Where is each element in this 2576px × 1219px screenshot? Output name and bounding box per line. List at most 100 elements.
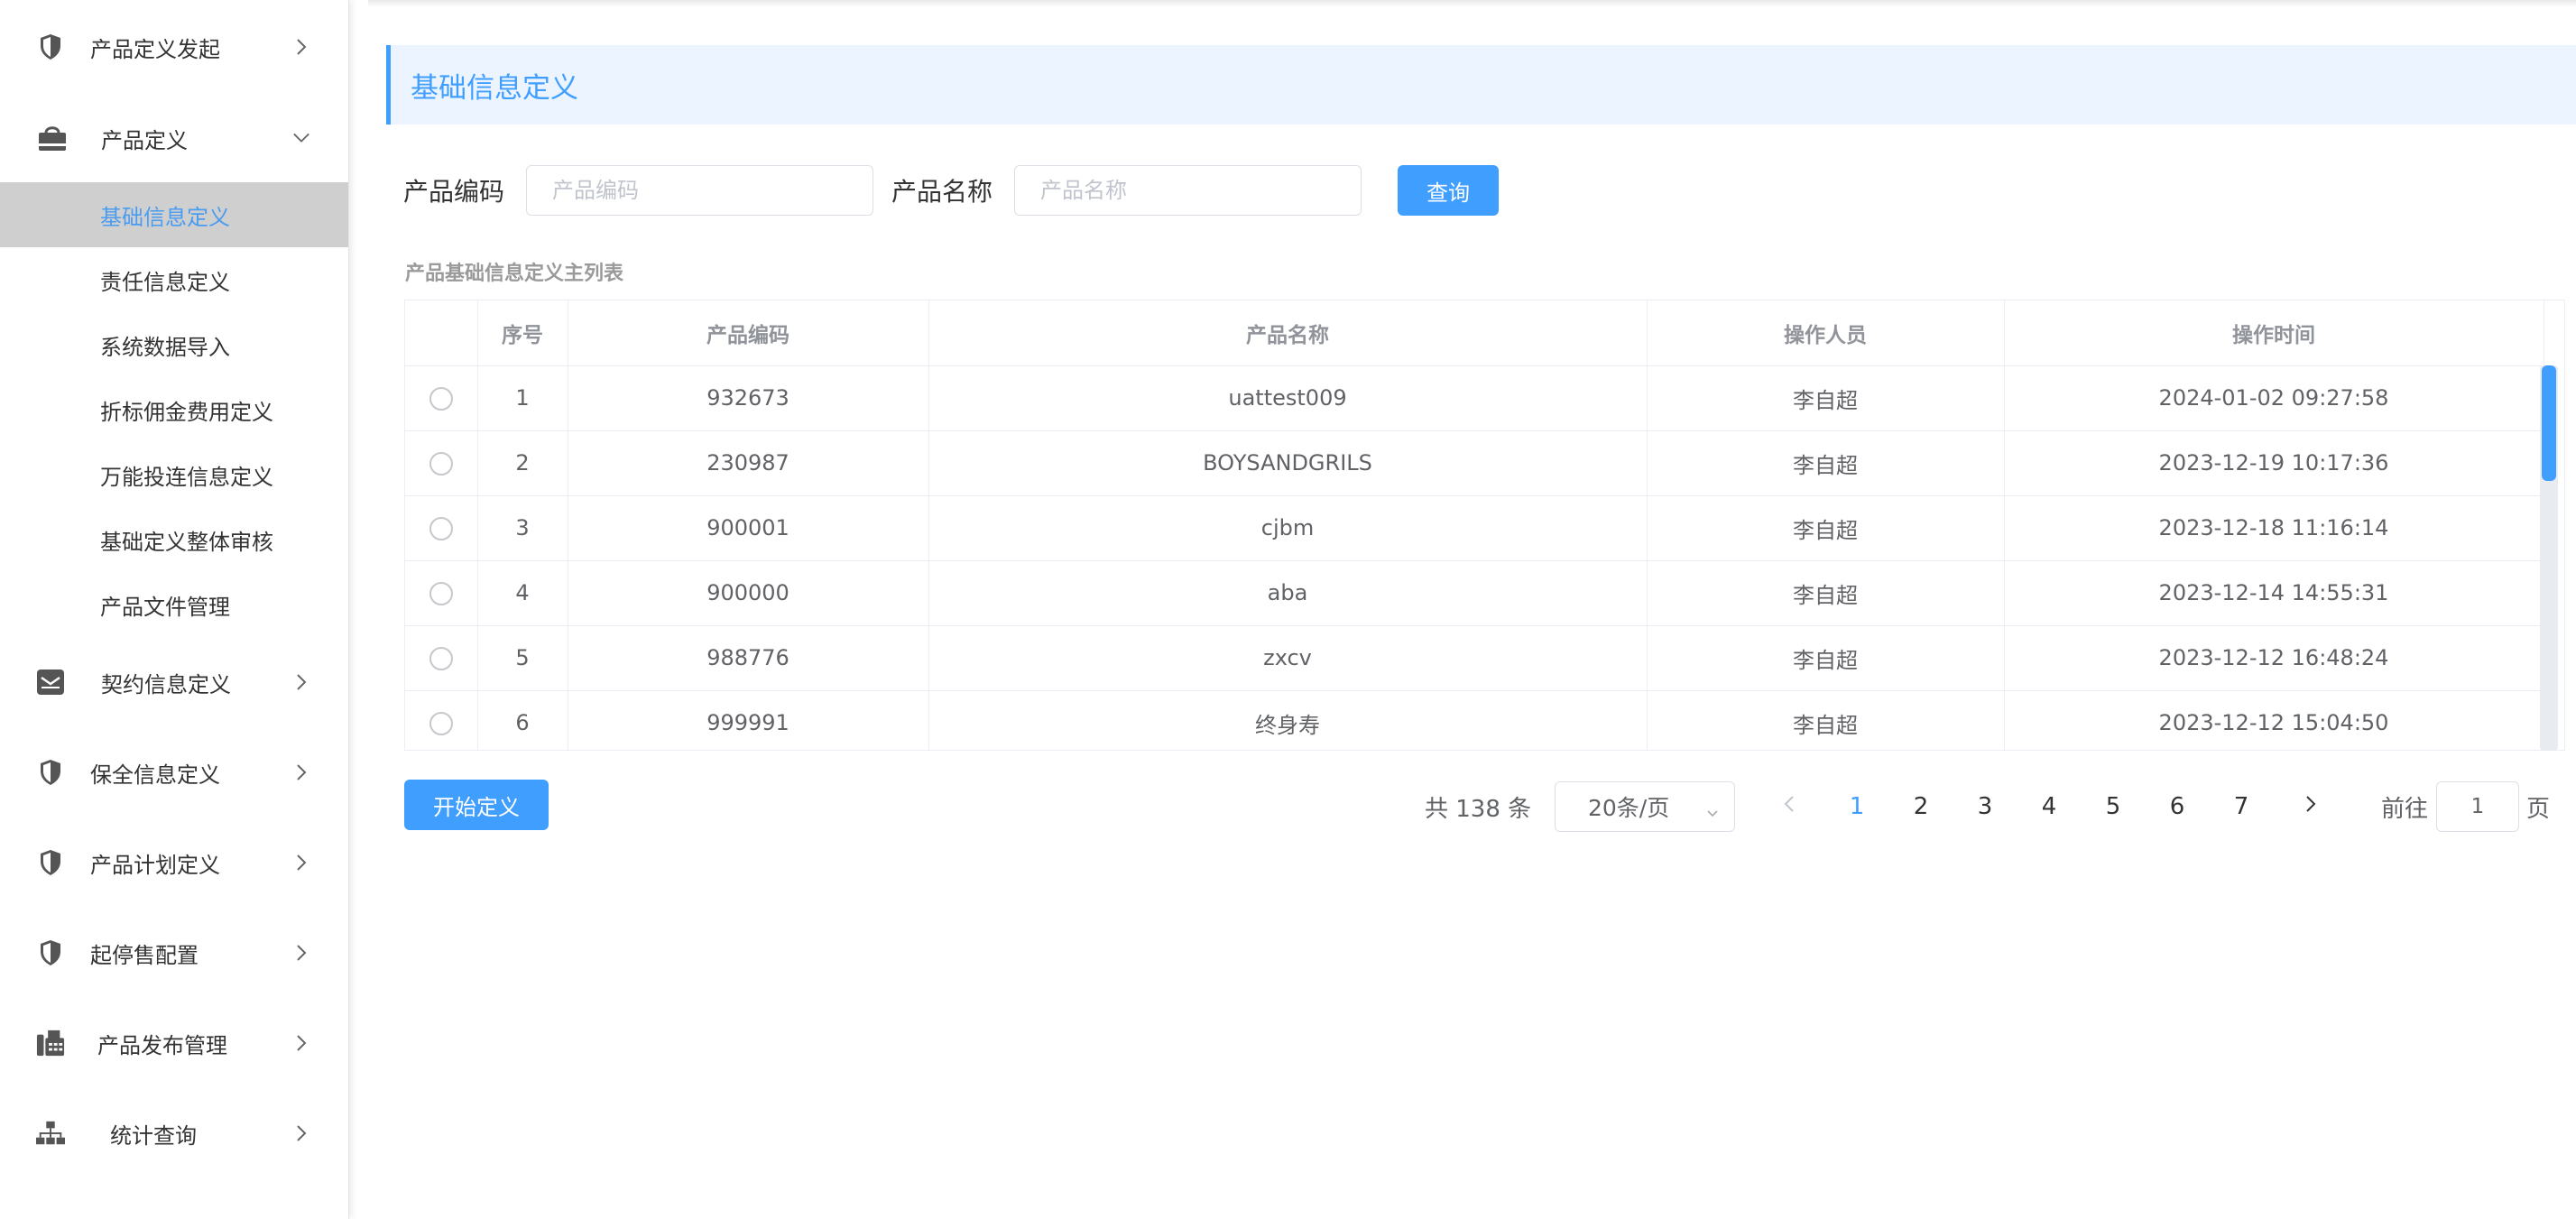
sidebar-item-sale-config[interactable]: 起停售配置 [0,908,348,998]
cell-code: 999991 [568,690,929,750]
sidebar-item-product-definition[interactable]: 产品定义 [0,94,348,182]
cell-time: 2023-12-19 10:17:36 [2004,430,2544,496]
prev-page-button[interactable] [1771,781,1807,832]
cell-time: 2023-12-14 14:55:31 [2004,560,2544,626]
sidebar-item-preservation-info[interactable]: 保全信息定义 [0,727,348,817]
chevron-right-icon [292,1034,310,1052]
page-size-value: 20条/页 [1588,795,1670,821]
table-row[interactable]: 6 999991 终身寿 李自超 2023-12-12 15:04:50 [405,690,2544,750]
cell-operator: 李自超 [1647,365,2005,431]
sidebar-item-contract-info[interactable]: 契约信息定义 [0,637,348,727]
cell-index: 3 [477,495,568,561]
goto-prefix-label: 前往 [2381,795,2429,823]
goto-page-input[interactable] [2436,781,2519,832]
table-scrollbar-thumb[interactable] [2542,365,2556,481]
sidebar-item-label: 产品定义 [101,127,188,153]
product-code-input[interactable] [526,165,874,216]
table-scrollbar[interactable] [2540,365,2558,751]
cell-index: 1 [477,365,568,431]
page-number-5[interactable]: 5 [2095,781,2131,832]
shield-icon [36,758,65,787]
cell-time: 2023-12-12 16:48:24 [2004,625,2544,691]
chevron-left-icon [1783,793,1796,820]
table-caption: 产品基础信息定义主列表 [405,263,624,285]
goto-suffix-label: 页 [2526,795,2551,823]
cell-operator: 李自超 [1647,430,2005,496]
submenu-item-data-import[interactable]: 系统数据导入 [0,312,348,377]
submenu-item-label: 责任信息定义 [100,269,230,295]
cell-time: 2023-12-12 15:04:50 [2004,690,2544,750]
table-row[interactable]: 5 988776 zxcv 李自超 2023-12-12 16:48:24 [405,625,2544,691]
product-table: 序号 产品编码 产品名称 操作人员 操作时间 1 932673 uattest0… [404,300,2565,751]
cell-code: 932673 [568,365,929,431]
submenu-item-label: 产品文件管理 [100,594,230,620]
page-number-6[interactable]: 6 [2159,781,2195,832]
chevron-right-icon [292,673,310,691]
page-title-bar: 基础信息定义 [386,45,2576,125]
sidebar-item-label: 契约信息定义 [101,671,231,697]
sidebar-item-plan-definition[interactable]: 产品计划定义 [0,817,348,908]
sidebar-item-label: 产品发布管理 [97,1032,227,1058]
chevron-right-icon [292,38,310,56]
main-content: 基础信息定义 产品编码 产品名称 查询 产品基础信息定义主列表 序号 产品编码 … [368,0,2576,1219]
page-number-3[interactable]: 3 [1967,781,2003,832]
submenu-product-definition: 基础信息定义 责任信息定义 系统数据导入 折标佣金费用定义 万能投连信息定义 基… [0,182,348,637]
chevron-down-icon [1705,799,1720,817]
sidebar-item-product-definition-init[interactable]: 产品定义发起 [0,0,348,94]
submenu-item-overall-review[interactable]: 基础定义整体审核 [0,507,348,572]
column-header-operator: 操作人员 [1647,300,2005,366]
cell-name: 终身寿 [928,690,1648,750]
search-form: 产品编码 产品名称 查询 [403,165,1500,216]
sidebar-item-statistics[interactable]: 统计查询 [0,1088,348,1178]
start-definition-button[interactable]: 开始定义 [404,780,549,830]
submenu-item-label: 系统数据导入 [100,334,230,360]
page-number-2[interactable]: 2 [1903,781,1939,832]
submenu-item-basic-info[interactable]: 基础信息定义 [0,182,348,247]
page-size-select[interactable]: 20条/页 [1555,781,1735,832]
page-number-7[interactable]: 7 [2223,781,2259,832]
column-header-name: 产品名称 [928,300,1648,366]
row-radio[interactable] [429,582,453,605]
cell-time: 2023-12-18 11:16:14 [2004,495,2544,561]
cell-code: 988776 [568,625,929,691]
cell-code: 900001 [568,495,929,561]
column-header-index: 序号 [477,300,568,366]
query-button[interactable]: 查询 [1398,165,1500,216]
cell-name: zxcv [928,625,1648,691]
submenu-item-label: 万能投连信息定义 [100,464,273,490]
submenu-item-universal-linked[interactable]: 万能投连信息定义 [0,442,348,507]
cell-operator: 李自超 [1647,560,2005,626]
submenu-item-label: 基础信息定义 [100,204,230,230]
row-radio[interactable] [429,647,453,670]
table-row[interactable]: 4 900000 aba 李自超 2023-12-14 14:55:31 [405,560,2544,626]
next-page-button[interactable] [2293,781,2329,832]
cell-name: aba [928,560,1648,626]
product-name-label: 产品名称 [891,177,993,207]
submenu-item-commission-fee[interactable]: 折标佣金费用定义 [0,377,348,442]
sidebar-item-label: 统计查询 [110,1122,197,1149]
table-row[interactable]: 2 230987 BOYSANDGRILS 李自超 2023-12-19 10:… [405,430,2544,496]
table-header-row: 序号 产品编码 产品名称 操作人员 操作时间 [405,300,2544,366]
chevron-right-icon [292,854,310,872]
row-radio[interactable] [429,712,453,735]
cell-code: 900000 [568,560,929,626]
table-row[interactable]: 3 900001 cjbm 李自超 2023-12-18 11:16:14 [405,495,2544,561]
sidebar-menu: 产品定义发起 产品定义 基础信息定义 责任信息定义 系统数据导入 折标佣金费用定… [0,0,348,1178]
table-row[interactable]: 1 932673 uattest009 李自超 2024-01-02 09:27… [405,365,2544,431]
product-name-input[interactable] [1014,165,1362,216]
submenu-item-liability-info[interactable]: 责任信息定义 [0,247,348,312]
product-table-grid: 序号 产品编码 产品名称 操作人员 操作时间 1 932673 uattest0… [405,300,2544,750]
submenu-item-label: 折标佣金费用定义 [100,399,273,425]
row-radio[interactable] [429,452,453,476]
row-radio[interactable] [429,517,453,540]
shield-icon [36,938,65,967]
cell-operator: 李自超 [1647,690,2005,750]
page-number-4[interactable]: 4 [2031,781,2067,832]
page-number-1[interactable]: 1 [1839,781,1875,832]
sidebar-item-release-management[interactable]: 产品发布管理 [0,998,348,1088]
submenu-item-file-management[interactable]: 产品文件管理 [0,572,348,637]
chevron-right-icon [2304,793,2317,820]
row-radio[interactable] [429,387,453,411]
cell-index: 2 [477,430,568,496]
cell-name: BOYSANDGRILS [928,430,1648,496]
